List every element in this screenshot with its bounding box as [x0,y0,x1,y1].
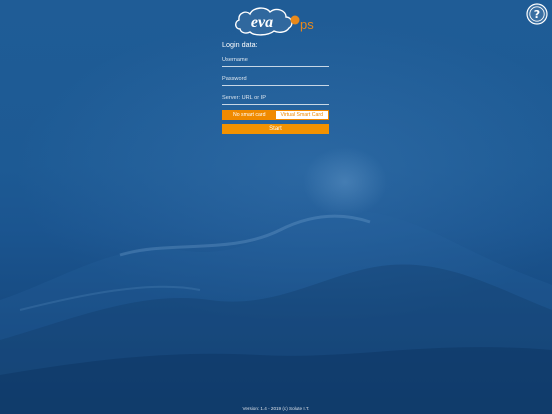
logo-ps-text: ps [300,17,314,32]
evaps-logo: eva ps [235,7,314,36]
no-smart-card-option[interactable]: No smart card [223,111,276,119]
start-button[interactable]: Start [222,124,329,134]
help-icon[interactable]: ? [526,3,548,25]
login-section-title: Login data: [222,40,258,49]
card-type-selector: No smart card Virtual Smart Card [222,110,329,120]
logo-orange-dot [290,15,300,25]
svg-text:?: ? [534,8,540,21]
username-input[interactable] [222,55,329,67]
version-footer: Version: 1.4 - 2019 (c) Solute I.T. [242,406,310,411]
logo-eva-text: eva [251,14,273,31]
password-input[interactable] [222,74,329,86]
virtual-smart-card-option[interactable]: Virtual Smart Card [275,111,328,119]
server-input[interactable] [222,93,329,105]
